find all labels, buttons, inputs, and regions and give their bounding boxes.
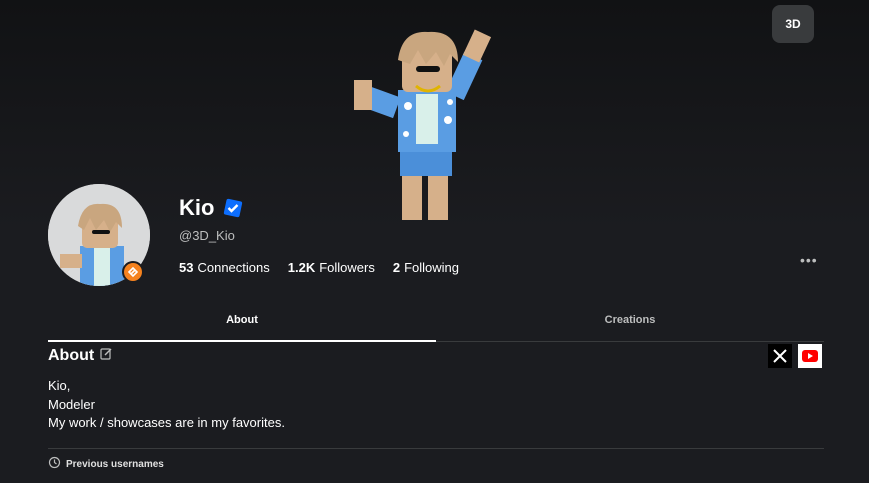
previous-usernames-button[interactable]: Previous usernames [48,456,164,472]
stat-label: Connections [197,260,270,275]
previous-usernames-label: Previous usernames [66,458,164,470]
stat-label: Followers [319,260,375,275]
name-row: Kio [179,195,244,221]
more-icon[interactable]: ••• [800,252,817,268]
edit-icon[interactable] [100,347,113,365]
about-line: My work / showcases are in my favorites. [48,415,285,430]
about-description: Kio, Modeler My work / showcases are in … [48,377,285,433]
stat-following[interactable]: 2 Following [393,260,459,275]
stat-value: 1.2K [287,260,316,275]
stat-followers[interactable]: 1.2K Followers [288,260,375,275]
history-icon [48,456,61,472]
profile-stats: 53 Connections 1.2K Followers 2 Following [179,260,459,275]
about-title: About [48,347,95,364]
username: @3D_Kio [179,228,235,243]
tab-creations[interactable]: Creations [436,305,824,342]
about-line: Kio, [48,378,71,393]
avatar-3d-figure [354,29,492,220]
x-social-icon[interactable] [768,344,792,368]
profile-tabs: About Creations [48,305,824,342]
divider [48,448,824,449]
premium-badge-icon [122,261,144,283]
tab-about[interactable]: About [48,305,436,342]
about-header: About [48,347,113,365]
stat-label: Following [404,260,459,275]
stat-connections[interactable]: 53 Connections [179,260,270,275]
about-line: Modeler [48,396,95,412]
view-3d-button[interactable]: 3D [772,5,814,43]
display-name: Kio [179,195,215,220]
youtube-icon[interactable] [798,344,822,368]
stat-value: 2 [392,260,401,275]
verified-badge-icon [222,197,244,219]
stat-value: 53 [179,260,194,275]
